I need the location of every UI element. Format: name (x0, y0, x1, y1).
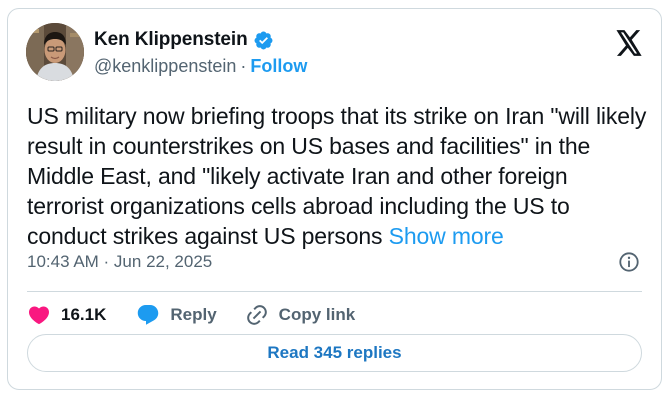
link-icon (246, 305, 267, 325)
tweet-text: US military now briefing troops that its… (27, 101, 647, 251)
copy-link-button[interactable]: Copy link (245, 303, 356, 327)
like-button[interactable]: 16.1K (27, 303, 106, 327)
reply-label: Reply (170, 305, 217, 324)
display-name[interactable]: Ken Klippenstein (94, 29, 274, 51)
follow-button[interactable]: Follow (250, 56, 307, 76)
reply-bubble-icon (138, 305, 159, 325)
divider (27, 291, 642, 292)
copy-link-label: Copy link (278, 305, 356, 324)
tweet-text-content: US military now briefing troops that its… (27, 103, 647, 249)
like-count: 16.1K (61, 305, 107, 324)
avatar[interactable] (26, 23, 84, 81)
reply-button[interactable]: Reply (136, 303, 217, 327)
read-replies-button[interactable]: Read 345 replies (27, 334, 642, 372)
separator: · (240, 56, 247, 76)
info-icon[interactable] (618, 251, 640, 273)
handle-row: @kenklippenstein · Follow (94, 56, 307, 77)
author-name[interactable]: Ken Klippenstein (94, 29, 248, 51)
heart-icon (28, 306, 50, 325)
action-bar: 16.1K Reply Copy link (27, 295, 355, 335)
verified-badge-icon (254, 31, 273, 49)
author-handle[interactable]: @kenklippenstein (94, 56, 236, 76)
show-more-link[interactable]: Show more (389, 223, 504, 249)
tweet-card: Ken Klippenstein @kenklippenstein · Follow… (7, 8, 662, 390)
x-logo-icon[interactable] (615, 30, 643, 56)
timestamp[interactable]: 10:43 AM · Jun 22, 2025 (27, 252, 212, 272)
